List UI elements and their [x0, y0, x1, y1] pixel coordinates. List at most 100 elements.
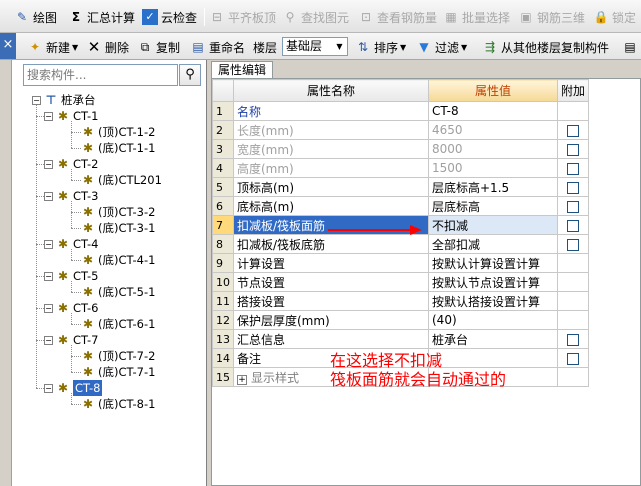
rename-button[interactable]: ▤ 重命名 [190, 36, 245, 58]
annotation-line-2: 筏板面筋就会自动通过的 [330, 370, 507, 389]
filter-button[interactable]: ▼ 过滤 ▼ [416, 36, 467, 58]
extra-checkbox[interactable] [567, 352, 579, 365]
property-value[interactable]: 8000 [428, 139, 558, 159]
header-extra[interactable]: 附加 [556, 79, 590, 102]
property-value[interactable]: 按默认节点设置计算 [428, 272, 558, 292]
property-row[interactable]: 1 名称 CT-8 [212, 101, 590, 121]
property-row[interactable]: 4 高度(mm) 1500 [212, 158, 590, 178]
copy-button[interactable]: ⧉ 复制 [137, 36, 180, 58]
property-value[interactable]: 全部扣减 [428, 234, 558, 254]
tree-leaf[interactable]: ✱ (底)CT-4-1 [82, 252, 155, 268]
property-value[interactable]: 1500 [428, 158, 558, 178]
search-button[interactable]: ⚲ [179, 64, 201, 86]
collapse-icon[interactable]: − [44, 383, 53, 393]
property-row[interactable]: 11 搭接设置 按默认搭接设置计算 [212, 291, 590, 311]
tree-connector [71, 404, 81, 405]
property-row[interactable]: 3 宽度(mm) 8000 [212, 139, 590, 159]
tree-leaf[interactable]: ✱ (底)CT-5-1 [82, 284, 155, 300]
extra-checkbox[interactable] [567, 124, 579, 137]
property-row[interactable]: 6 底标高(m) 层底标高 [212, 196, 590, 216]
property-name[interactable]: 高度(mm) [233, 158, 429, 178]
collapse-icon[interactable]: − [32, 95, 41, 105]
sum-button[interactable]: Σ 汇总计算 [68, 6, 135, 28]
collapse-icon[interactable]: − [44, 111, 53, 121]
sort-button[interactable]: ⇅ 排序 ▼ [355, 36, 406, 58]
tree-leaf[interactable]: ✱ (底)CT-3-1 [82, 220, 155, 236]
property-row[interactable]: 12 保护层厚度(mm) (40) [212, 310, 590, 330]
property-row[interactable]: 9 计算设置 按默认计算设置计算 [212, 253, 590, 273]
property-name[interactable]: 底标高(m) [233, 196, 429, 216]
close-icon[interactable]: × [0, 33, 16, 59]
extra-checkbox[interactable] [567, 219, 579, 232]
collapse-icon[interactable]: − [44, 303, 53, 313]
view-rebar-button[interactable]: ⊡ 查看钢筋量 [358, 6, 437, 28]
tree-leaf[interactable]: ✱ (顶)CT-7-2 [82, 348, 155, 364]
tree-leaf[interactable]: ✱ (底)CT-6-1 [82, 316, 155, 332]
row-index: 6 [212, 196, 234, 216]
tree-leaf[interactable]: ✱ (顶)CT-1-2 [82, 124, 155, 140]
delete-button[interactable]: ✕ 删除 [86, 36, 129, 58]
collapse-icon[interactable]: − [44, 239, 53, 249]
rebar-3d-button[interactable]: ▣ 钢筋三维 [518, 6, 585, 28]
tab-property-edit[interactable]: 属性编辑 [211, 61, 273, 78]
header-name[interactable]: 属性名称 [233, 79, 429, 102]
batch-select-button[interactable]: ▦ 批量选择 [443, 6, 510, 28]
collapse-icon[interactable]: − [44, 159, 53, 169]
extra-checkbox[interactable] [567, 238, 579, 251]
collapse-icon[interactable]: − [44, 191, 53, 201]
property-value[interactable]: 桩承台 [428, 329, 558, 349]
tree-leaf[interactable]: ✱ (底)CT-1-1 [82, 140, 155, 156]
tree-leaf[interactable]: ✱ (底)CT-7-1 [82, 364, 155, 380]
gear-icon: ✱ [82, 205, 94, 219]
property-row[interactable]: 13 汇总信息 桩承台 [212, 329, 590, 349]
tree-node[interactable]: − ✱ CT-8 [44, 380, 103, 396]
property-row[interactable]: 10 节点设置 按默认节点设置计算 [212, 272, 590, 292]
new-button[interactable]: ✦ 新建 ▼ [27, 36, 78, 58]
gear-icon: ✱ [57, 157, 69, 171]
draw-button[interactable]: ✎ 绘图 [14, 6, 57, 28]
find-element-button[interactable]: ⚲ 查找图元 [282, 6, 349, 28]
collapse-icon[interactable]: − [44, 335, 53, 345]
extra-checkbox[interactable] [567, 181, 579, 194]
more-button[interactable]: ▤ [622, 36, 641, 58]
property-value[interactable]: 4650 [428, 120, 558, 140]
extra-checkbox[interactable] [567, 143, 579, 156]
property-name[interactable]: 名称 [233, 101, 429, 121]
property-row[interactable]: 5 顶标高(m) 层底标高+1.5 [212, 177, 590, 197]
property-name[interactable]: 节点设置 [233, 272, 429, 292]
property-value[interactable]: (40) [428, 310, 558, 330]
row-index: 7 [212, 215, 234, 235]
property-name[interactable]: 计算设置 [233, 253, 429, 273]
property-value[interactable]: 按默认计算设置计算 [428, 253, 558, 273]
search-input[interactable]: 搜索构件... [23, 64, 178, 86]
property-value[interactable]: 层底标高+1.5 [428, 177, 558, 197]
property-value[interactable]: CT-8 [428, 101, 558, 121]
property-name[interactable]: 宽度(mm) [233, 139, 429, 159]
align-top-button[interactable]: ⊟ 平齐板顶 [209, 6, 276, 28]
extra-checkbox[interactable] [567, 333, 579, 346]
lock-button[interactable]: 🔒 锁定 [593, 6, 637, 28]
tree-root[interactable]: − ⊤ 桩承台 [32, 92, 96, 108]
expand-icon[interactable]: + [237, 374, 247, 385]
floor-select[interactable]: 基础层 ▼ [282, 37, 348, 56]
property-name[interactable]: 保护层厚度(mm) [233, 310, 429, 330]
property-row[interactable]: 2 长度(mm) 4650 [212, 120, 590, 140]
collapse-icon[interactable]: − [44, 271, 53, 281]
header-value[interactable]: 属性值 [428, 79, 558, 102]
property-name[interactable]: 顶标高(m) [233, 177, 429, 197]
tree-leaf[interactable]: ✱ (底)CT-8-1 [82, 396, 155, 412]
align-icon: ⊟ [211, 10, 223, 24]
extra-checkbox[interactable] [567, 162, 579, 175]
row-index: 4 [212, 158, 234, 178]
cloud-check-button[interactable]: ✓ 云检查 [142, 6, 197, 28]
tree-leaf[interactable]: ✱ (顶)CT-3-2 [82, 204, 155, 220]
property-name[interactable]: 汇总信息 [233, 329, 429, 349]
tree-leaf[interactable]: ✱ (底)CTL201 [82, 172, 162, 188]
property-value[interactable]: 不扣减 [428, 215, 558, 235]
property-name[interactable]: 长度(mm) [233, 120, 429, 140]
property-name[interactable]: 搭接设置 [233, 291, 429, 311]
property-value[interactable]: 按默认搭接设置计算 [428, 291, 558, 311]
property-value[interactable]: 层底标高 [428, 196, 558, 216]
copy-from-floor-button[interactable]: ⇶ 从其他楼层复制构件 [482, 36, 609, 58]
extra-checkbox[interactable] [567, 200, 579, 213]
